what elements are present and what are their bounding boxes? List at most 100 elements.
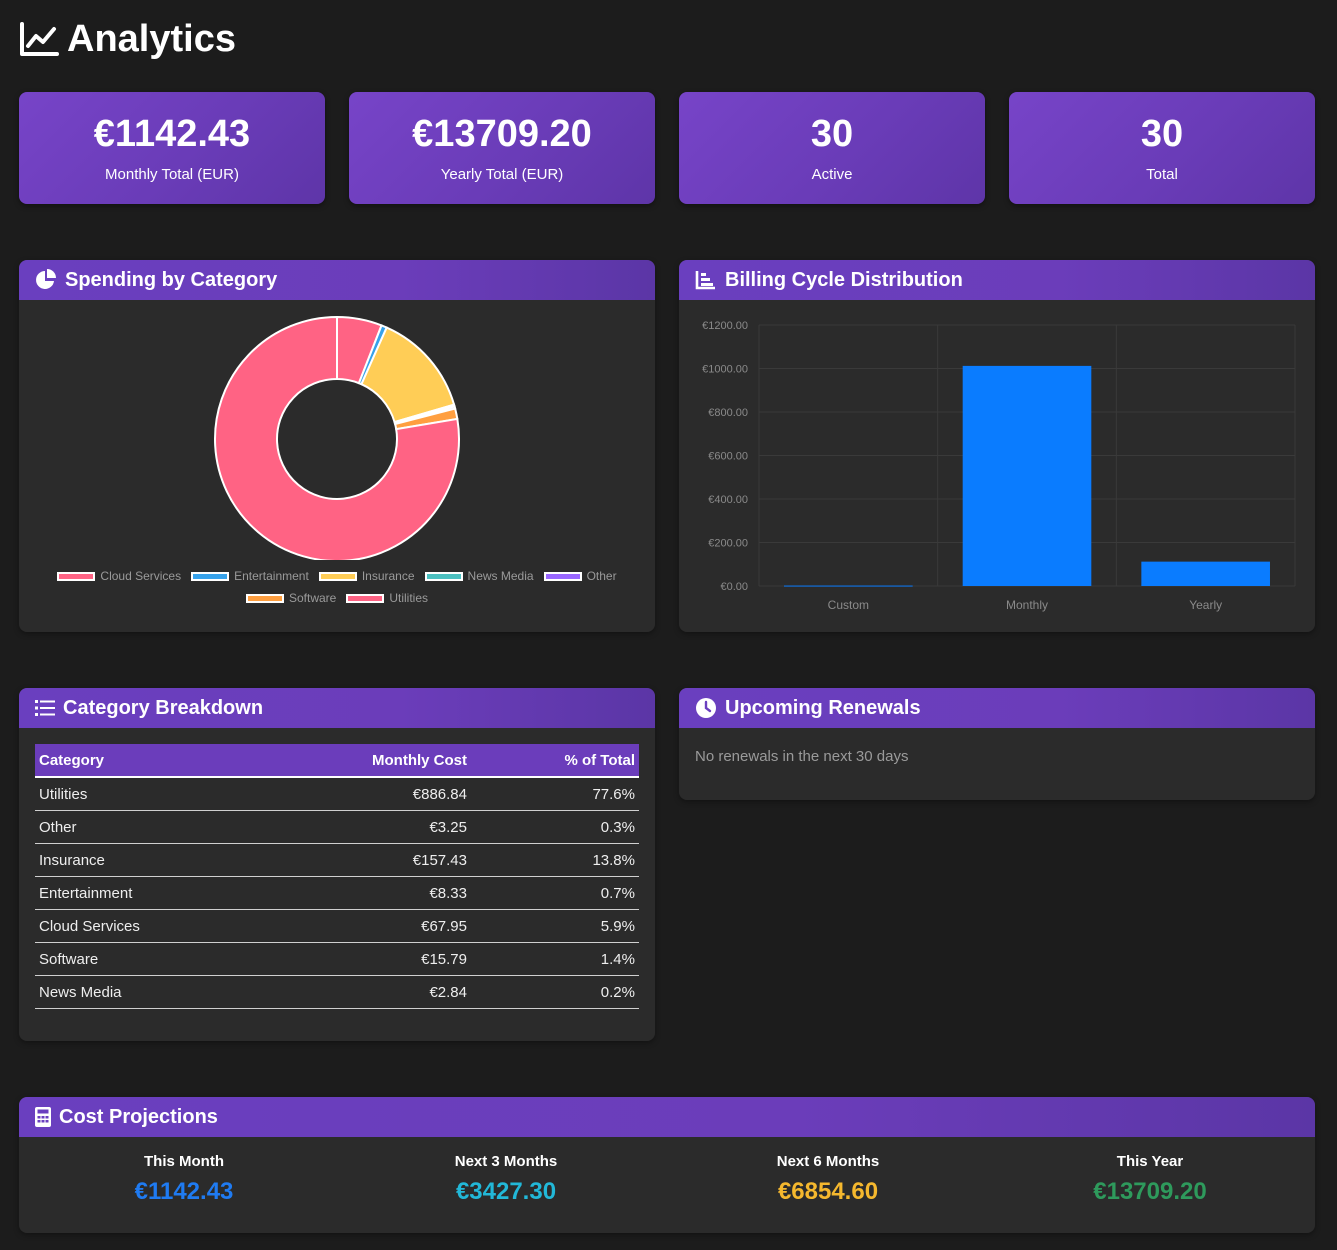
billing-panel-header: Billing Cycle Distribution [679,260,1315,300]
legend-item-other[interactable]: Other [543,569,617,583]
renewals-panel: Upcoming Renewals No renewals in the nex… [679,688,1315,800]
renewals-panel-title: Upcoming Renewals [725,696,921,719]
bar-custom[interactable] [784,585,913,587]
projection-label: This Month [144,1153,224,1170]
table-row: Other €3.25 0.3% [35,810,639,844]
legend-swatch [191,571,230,581]
y-tick-label: €0.00 [720,581,748,593]
legend-label: Other [586,569,617,583]
projection-value: €1142.43 [134,1178,234,1205]
projection-this-year: This Year €13709.20 [989,1153,1311,1206]
legend-item-software[interactable]: Software [245,591,337,605]
projection-this-month: This Month €1142.43 [23,1153,345,1206]
legend-swatch [245,593,284,603]
breakdown-panel-title: Category Breakdown [63,696,264,719]
stat-value: €13709.20 [412,113,592,155]
spending-panel: Spending by Category Cloud Services Enter… [19,260,655,632]
legend-swatch [543,571,582,581]
billing-panel-title: Billing Cycle Distribution [725,268,963,291]
stat-label: Yearly Total (EUR) [440,166,564,183]
cell-category: Entertainment [35,876,293,910]
y-tick-label: €800.00 [708,407,748,419]
legend-swatch [57,571,96,581]
renewals-empty-message: No renewals in the next 30 days [695,748,909,765]
spending-donut-chart [214,315,460,560]
calculator-icon [35,1107,51,1127]
table-row: Entertainment €8.33 0.7% [35,876,639,910]
y-tick-label: €400.00 [708,494,748,506]
table-row: Insurance €157.43 13.8% [35,843,639,877]
stat-value: 30 [810,113,854,155]
x-tick-label: Yearly [1189,598,1222,612]
cell-percent: 13.8% [471,843,639,877]
cell-percent: 1.4% [471,942,639,976]
legend-swatch [346,593,385,603]
stat-card-total: 30 Total [1009,92,1315,204]
page-title: Analytics [19,14,236,64]
legend-item-utilities[interactable]: Utilities [346,591,428,605]
cell-percent: 5.9% [471,909,639,943]
header-monthly-cost: Monthly Cost [293,744,471,778]
stat-label: Total [1146,166,1178,183]
projection-next-6-months: Next 6 Months €6854.60 [667,1153,989,1206]
y-tick-label: €600.00 [708,451,748,463]
cell-monthly-cost: €15.79 [293,942,471,976]
stat-label: Active [811,166,853,183]
legend-item-cloud-services[interactable]: Cloud Services [57,569,181,583]
stat-label: Monthly Total (EUR) [105,166,239,183]
projection-value: €13709.20 [1093,1178,1207,1205]
stat-card-monthly-total: €1142.43 Monthly Total (EUR) [19,92,325,204]
cell-percent: 0.7% [471,876,639,910]
y-tick-label: €1200.00 [702,320,748,332]
bar-chart-icon [695,269,717,291]
spending-legend-row: Cloud Services Entertainment Insurance News… [19,569,655,583]
spending-panel-header: Spending by Category [19,260,655,300]
billing-panel: Billing Cycle Distribution €0.00 €200.00 €… [679,260,1315,632]
cell-monthly-cost: €886.84 [293,777,471,811]
cell-category: Insurance [35,843,293,877]
cell-monthly-cost: €67.95 [293,909,471,943]
stat-card-yearly-total: €13709.20 Yearly Total (EUR) [349,92,655,204]
billing-bar-chart: €0.00 €200.00 €400.00 €600.00 €800.00 €1000.0… [702,320,1296,612]
pie-chart-icon [35,269,57,291]
projection-next-3-months: Next 3 Months €3427.30 [345,1153,667,1206]
renewals-panel-header: Upcoming Renewals [679,688,1315,728]
table-row: Cloud Services €67.95 5.9% [35,909,639,943]
cell-monthly-cost: €8.33 [293,876,471,910]
projection-label: Next 6 Months [776,1153,880,1170]
spending-panel-title: Spending by Category [65,268,278,291]
y-tick-label: €200.00 [708,538,748,550]
cell-category: News Media [35,975,293,1009]
stat-value: €1142.43 [93,113,251,155]
cell-category: Other [35,810,293,844]
cell-percent: 0.3% [471,810,639,844]
legend-label: News Media [467,569,534,583]
legend-label: Entertainment [234,569,309,583]
legend-label: Software [288,591,337,605]
clock-icon [695,697,717,719]
cell-monthly-cost: €3.25 [293,810,471,844]
list-icon [35,699,55,717]
cell-category: Cloud Services [35,909,293,943]
cell-percent: 0.2% [471,975,639,1009]
table-header-row: Category Monthly Cost % of Total [35,744,639,778]
legend-item-insurance[interactable]: Insurance [318,569,415,583]
cell-percent: 77.6% [471,777,639,811]
table-row: News Media €2.84 0.2% [35,975,639,1009]
cell-monthly-cost: €157.43 [293,843,471,877]
projections-panel-header: Cost Projections [19,1097,1315,1137]
table-row: Software €15.79 1.4% [35,942,639,976]
legend-label: Cloud Services [100,569,182,583]
legend-label: Insurance [361,569,415,583]
cell-category: Utilities [35,777,293,811]
stat-value: 30 [1140,113,1184,155]
bar-monthly[interactable] [962,365,1092,586]
projections-panel-title: Cost Projections [59,1105,218,1128]
x-tick-label: Custom [828,598,869,612]
stat-card-active: 30 Active [679,92,985,204]
legend-item-news-media[interactable]: News Media [424,569,534,583]
legend-label: Utilities [389,591,429,605]
bar-yearly[interactable] [1141,561,1270,586]
legend-swatch [318,571,357,581]
legend-item-entertainment[interactable]: Entertainment [191,569,309,583]
